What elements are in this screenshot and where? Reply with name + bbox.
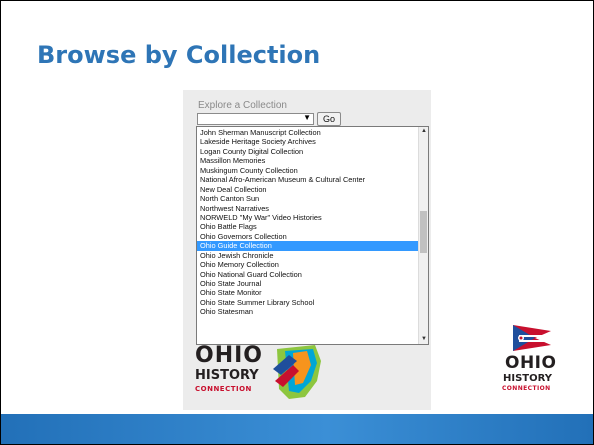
scroll-down-icon[interactable]: ▼ bbox=[419, 335, 428, 344]
list-item[interactable]: Muskingum County Collection bbox=[197, 166, 419, 175]
list-item[interactable]: New Deal Collection bbox=[197, 185, 419, 194]
ohio-history-connection-logo: OHIO HISTORY CONNECTION bbox=[497, 323, 563, 405]
list-item[interactable]: Ohio Jewish Chronicle bbox=[197, 251, 419, 260]
explore-collection-label: Explore a Collection bbox=[198, 100, 287, 111]
scroll-up-icon[interactable]: ▲ bbox=[419, 127, 428, 136]
list-item[interactable]: Ohio State Monitor bbox=[197, 288, 419, 297]
chevron-down-icon: ▼ bbox=[303, 113, 311, 122]
list-item[interactable]: Ohio Battle Flags bbox=[197, 222, 419, 231]
list-item[interactable]: John Sherman Manuscript Collection bbox=[197, 128, 419, 137]
list-item[interactable]: Ohio National Guard Collection bbox=[197, 270, 419, 279]
list-item[interactable]: Ohio State Journal bbox=[197, 279, 419, 288]
list-item[interactable]: Ohio State Summer Library School bbox=[197, 298, 419, 307]
list-item[interactable]: Massillon Memories bbox=[197, 156, 419, 165]
collection-select[interactable]: ▼ bbox=[197, 113, 314, 125]
logo-word-ohio: OHIO bbox=[195, 343, 264, 368]
go-button[interactable]: Go bbox=[317, 112, 341, 126]
ohio-history-connection-logo-partial: OHIO HISTORY CONNECTION bbox=[193, 341, 353, 403]
logo-word-history: HISTORY bbox=[195, 368, 259, 383]
list-item[interactable]: Ohio Guide Collection bbox=[197, 241, 419, 251]
list-item[interactable]: Ohio Statesman bbox=[197, 307, 419, 316]
dropdown-scrollbar[interactable]: ▲ ▼ bbox=[418, 127, 428, 344]
list-item[interactable]: Lakeside Heritage Society Archives bbox=[197, 137, 419, 146]
logo-word-ohio: OHIO bbox=[505, 353, 557, 373]
list-item[interactable]: National Afro-American Museum & Cultural… bbox=[197, 175, 419, 184]
collection-dropdown-list[interactable]: John Sherman Manuscript Collection Lakesi… bbox=[196, 126, 429, 345]
footer-band bbox=[1, 414, 593, 444]
logo-word-history: HISTORY bbox=[503, 373, 553, 384]
list-item[interactable]: Ohio Memory Collection bbox=[197, 260, 419, 269]
slide: Browse by Collection Explore a Collectio… bbox=[0, 0, 594, 445]
logo-word-connection: CONNECTION bbox=[195, 385, 252, 393]
list-item[interactable]: Logan County Digital Collection bbox=[197, 147, 419, 156]
list-item[interactable]: Northwest Narratives bbox=[197, 204, 419, 213]
list-item[interactable]: North Canton Sun bbox=[197, 194, 419, 203]
collection-list: John Sherman Manuscript Collection Lakesi… bbox=[197, 128, 419, 317]
logo-word-connection: CONNECTION bbox=[502, 385, 551, 392]
slide-title: Browse by Collection bbox=[37, 41, 321, 69]
list-item[interactable]: Ohio Governors Collection bbox=[197, 232, 419, 241]
list-item[interactable]: NORWELD "My War" Video Histories bbox=[197, 213, 419, 222]
ohio-flag-icon bbox=[513, 325, 551, 351]
scrollbar-thumb[interactable] bbox=[420, 211, 427, 253]
